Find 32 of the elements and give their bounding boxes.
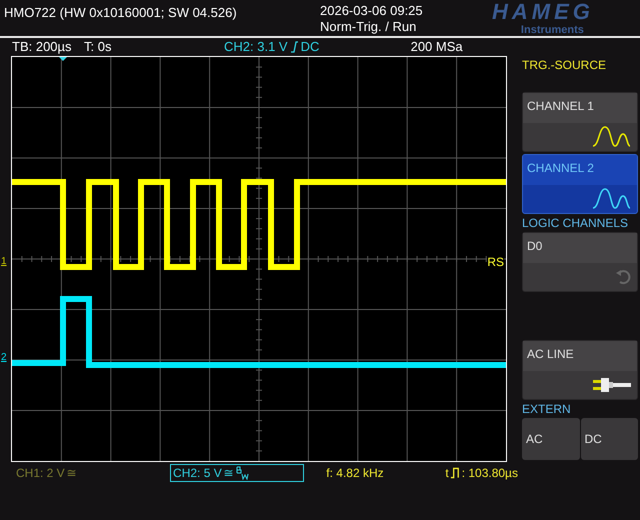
channel-scale[interactable]: CH1: 2 V ≅: [14, 464, 170, 482]
channel-marker: 1: [1, 255, 7, 269]
undo-icon: [615, 269, 631, 285]
trigger-level: CH2: 3.1 V: [224, 38, 288, 56]
menu-option[interactable]: CHANNEL 1: [522, 92, 638, 152]
menu-section-label: LOGIC CHANNELS: [522, 216, 630, 230]
menu-option[interactable]: D0: [522, 232, 638, 292]
device-title: HMO722 (HW 0x10160001; SW 04.526): [4, 4, 238, 19]
coupling-option[interactable]: AC: [522, 418, 580, 460]
rising-edge-icon: [290, 41, 299, 53]
menu-section-label: EXTERN: [522, 402, 572, 416]
sample-rate: 200 MSa: [410, 38, 463, 56]
trigger-status: Norm-Trig. / Run: [320, 19, 418, 35]
pulse-icon: [450, 467, 461, 479]
date-time: 2026-03-06 09:25: [320, 3, 424, 19]
pulse-width-reading: : 103.80µs: [462, 465, 518, 482]
menu-option[interactable]: AC LINE: [522, 340, 638, 400]
trigger-coupling: DC: [300, 38, 320, 56]
bandwidth-limit-icon: [236, 466, 250, 480]
brand-logo: HAMEG: [492, 0, 594, 24]
brand-subtitle: Instruments: [520, 24, 584, 36]
frequency-reading: f: 4.82 kHz: [326, 465, 385, 482]
menu-option[interactable]: CHANNEL 2: [522, 154, 638, 214]
trigger-position-marker: [59, 57, 67, 61]
plug-icon: [593, 377, 631, 393]
menu-title: TRG.-SOURCE: [522, 57, 607, 74]
pulse-label: t: [445, 465, 449, 482]
channel-scale[interactable]: CH2: 5 V ≅: [170, 464, 304, 482]
trigger-time: T: 0s: [84, 38, 112, 56]
timebase: TB: 200µs: [12, 38, 73, 56]
channel-marker: 2: [1, 351, 7, 365]
coupling-option[interactable]: DC: [580, 418, 638, 460]
